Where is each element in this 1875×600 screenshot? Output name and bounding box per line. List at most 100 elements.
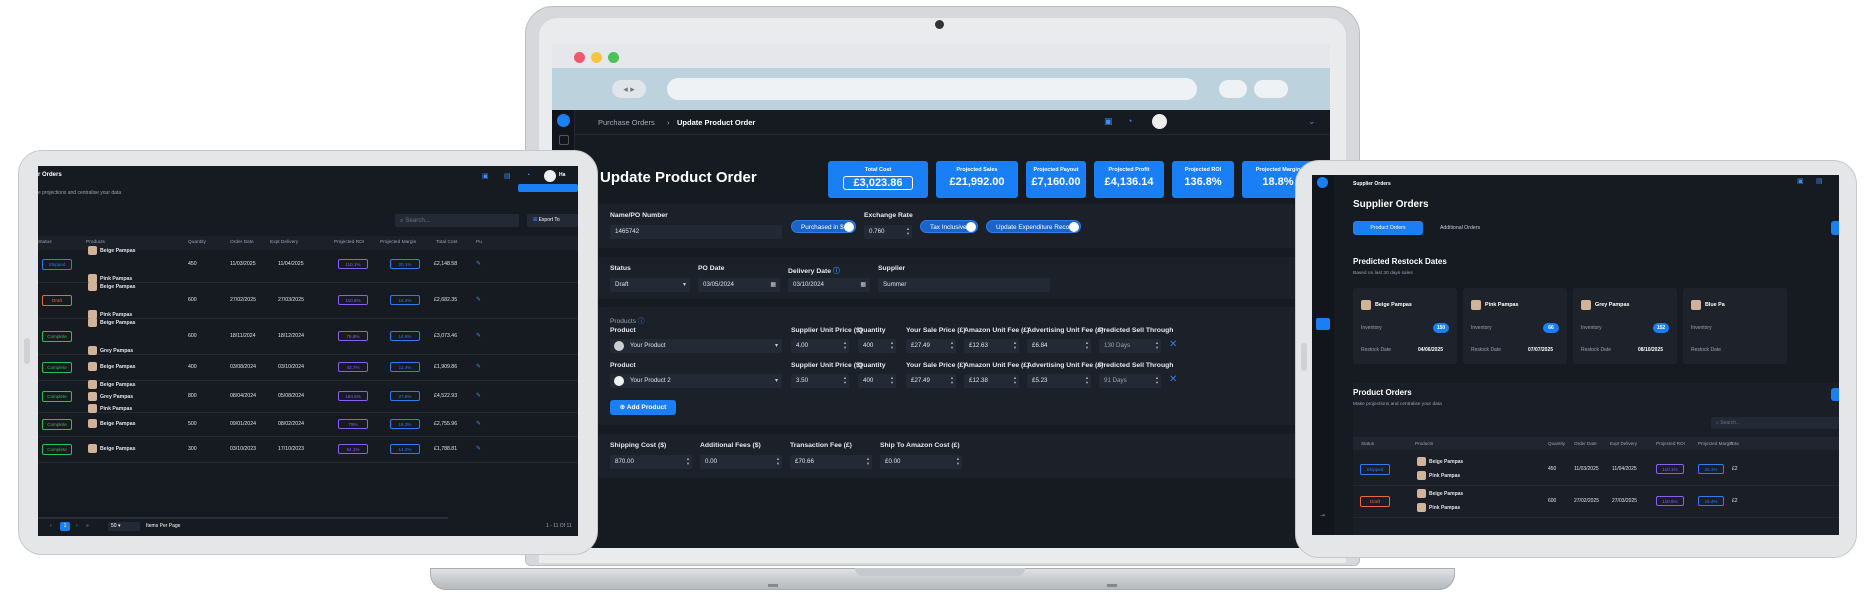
address-bar[interactable] — [667, 78, 1197, 100]
quantity-input[interactable]: 400 ▲ ▼ — [858, 339, 896, 353]
table-header-cell[interactable]: Quantity — [188, 240, 206, 245]
table-header-cell[interactable]: Projected ROI — [334, 240, 364, 245]
edit-icon[interactable]: ✎ — [476, 260, 481, 267]
bell-icon[interactable]: ◔ — [1127, 116, 1132, 126]
edit-icon[interactable]: ✎ — [476, 445, 481, 452]
product-name[interactable]: Beige Pampas — [100, 421, 135, 427]
unit-price-input[interactable]: 3.50 ▲ ▼ — [791, 374, 849, 388]
table-header-cell[interactable]: Projected ROI — [1656, 441, 1685, 446]
create-order-button[interactable] — [1831, 388, 1839, 401]
notifications-icon[interactable]: ▣ — [1797, 177, 1804, 185]
logo-icon[interactable] — [1317, 177, 1328, 188]
last-page-icon[interactable]: » — [86, 523, 89, 529]
status-badge[interactable]: Complete — [42, 444, 72, 455]
table-header-cell[interactable]: Products — [1415, 441, 1433, 446]
horizontal-scrollbar[interactable] — [38, 517, 448, 519]
amazon-fee-input[interactable]: £12.38 ▲ ▼ — [964, 374, 1019, 388]
ad-fee-input[interactable]: £5.23 ▲ ▼ — [1027, 374, 1091, 388]
browser-button[interactable] — [1219, 80, 1247, 98]
sidebar-item-orders-active[interactable] — [1316, 318, 1330, 330]
table-header-cell[interactable]: Expt Delivery — [1610, 441, 1637, 446]
maximize-window-dot[interactable] — [608, 52, 619, 63]
logout-icon[interactable]: ⇥ — [1320, 512, 1325, 519]
unit-price-input[interactable]: 4.00 ▲ ▼ — [791, 339, 849, 353]
sidebar-nav-icon[interactable] — [559, 135, 569, 145]
product-name[interactable]: Beige Pampas — [100, 284, 135, 290]
product-name[interactable]: Grey Pampas — [100, 394, 133, 400]
export-button[interactable]: ⊠ Export To — [527, 214, 578, 227]
purchased-in-dollars-toggle[interactable]: Purchased in $ — [791, 220, 856, 233]
table-header-cell[interactable]: Products — [86, 240, 105, 245]
product-name[interactable]: Beige Pampas — [100, 446, 135, 452]
table-header-cell[interactable]: Order Date — [230, 240, 254, 245]
edit-icon[interactable]: ✎ — [476, 332, 481, 339]
product-name[interactable]: Pink Pampas — [100, 312, 132, 318]
breadcrumb-parent[interactable]: Purchase Orders — [598, 118, 655, 127]
avatar[interactable] — [544, 170, 556, 182]
status-badge[interactable]: Complete — [42, 391, 72, 402]
edit-icon[interactable]: ✎ — [476, 363, 481, 370]
sale-price-input[interactable]: £27.49 ▲ ▼ — [906, 374, 956, 388]
sell-through-input[interactable]: 130 Days ▲ ▼ — [1099, 339, 1161, 353]
status-badge[interactable]: Complete — [42, 362, 72, 373]
status-badge[interactable]: Draft — [42, 295, 72, 306]
ship-to-amazon-input[interactable]: £0.00 ▲ ▼ — [880, 455, 962, 469]
sale-price-input[interactable]: £27.49 ▲ ▼ — [906, 339, 956, 353]
status-select[interactable]: Draft ▾ — [610, 278, 690, 292]
product-name[interactable]: Beige Pampas — [100, 382, 135, 388]
chevron-down-icon[interactable]: ⌄ — [1308, 116, 1316, 127]
table-header-cell[interactable]: Total Cost — [436, 240, 457, 245]
page-1-button[interactable]: 1 — [60, 522, 70, 531]
next-page-icon[interactable]: › — [76, 523, 78, 529]
po-date-input[interactable]: 03/05/2024 ▦ — [698, 278, 780, 292]
minimize-window-dot[interactable] — [591, 52, 602, 63]
edit-icon[interactable]: ✎ — [476, 296, 481, 303]
table-header-cell[interactable]: Order Date — [1574, 441, 1597, 446]
create-order-button[interactable] — [518, 184, 578, 192]
per-page-select[interactable]: 50 ▾ — [108, 522, 140, 531]
bell-icon[interactable]: ◔ — [526, 172, 530, 179]
browser-button[interactable] — [1254, 80, 1288, 98]
tab-product-orders[interactable]: Product Orders — [1353, 221, 1423, 235]
product-name[interactable]: Beige Pampas — [1429, 491, 1463, 497]
delivery-date-input[interactable]: 03/10/2024 ▦ — [788, 278, 870, 292]
product-name[interactable]: Beige Pampas — [100, 364, 135, 370]
update-expenditure-toggle[interactable]: Update Expenditure Record — [986, 220, 1081, 233]
status-badge[interactable]: Complete — [42, 331, 72, 342]
remove-row-icon[interactable]: ✕ — [1169, 339, 1177, 350]
product-name[interactable]: Grey Pampas — [100, 348, 133, 354]
table-header-cell[interactable]: Quantity — [1548, 441, 1565, 446]
product-name[interactable]: Pink Pampas — [100, 406, 132, 412]
product-name[interactable]: Beige Pampas — [100, 248, 135, 254]
additional-fees-input[interactable]: 0.00 ▲ ▼ — [700, 455, 782, 469]
add-product-button[interactable]: ⊕ Add Product — [610, 400, 676, 415]
search-input[interactable]: ⌕ Search... — [1711, 417, 1839, 429]
table-header-cell[interactable]: Status — [1361, 441, 1374, 446]
tab-additional-orders[interactable]: Additional Orders — [1425, 221, 1495, 235]
edit-icon[interactable]: ✎ — [476, 392, 481, 399]
ad-fee-input[interactable]: £6.84 ▲ ▼ — [1027, 339, 1091, 353]
exchange-rate-input[interactable]: 0.760 ▲ ▼ — [864, 225, 912, 239]
product-select[interactable]: Your Product 2 ▾ — [610, 374, 782, 388]
transaction-fee-input[interactable]: £70.66 ▲ ▼ — [790, 455, 872, 469]
search-input[interactable]: ⌕ Search... — [395, 214, 519, 227]
status-badge[interactable]: Complete — [42, 419, 72, 430]
create-order-button[interactable] — [1831, 221, 1839, 235]
supplier-input[interactable]: Summer — [878, 278, 1050, 292]
cart-icon[interactable]: ▤ — [504, 172, 511, 180]
table-header-cell[interactable]: Projected Margin — [1698, 441, 1733, 446]
avatar[interactable] — [1152, 114, 1167, 129]
status-badge[interactable]: Shipped — [1360, 464, 1390, 475]
amazon-fee-input[interactable]: £12.63 ▲ ▼ — [964, 339, 1019, 353]
name-po-input[interactable]: 1465742 — [610, 225, 782, 239]
notifications-icon[interactable]: ▣ — [482, 172, 489, 180]
status-badge[interactable]: Draft — [1360, 496, 1390, 507]
product-name[interactable]: Pink Pampas — [1429, 473, 1460, 479]
prev-page-icon[interactable]: ‹ — [50, 523, 52, 529]
product-name[interactable]: Beige Pampas — [1429, 459, 1463, 465]
product-name[interactable]: Pink Pampas — [1429, 505, 1460, 511]
tax-inclusive-toggle[interactable]: Tax Inclusive — [920, 220, 978, 233]
sell-through-input[interactable]: 91 Days ▲ ▼ — [1099, 374, 1161, 388]
quantity-input[interactable]: 400 ▲ ▼ — [858, 374, 896, 388]
notifications-icon[interactable]: ▣ — [1104, 116, 1113, 127]
